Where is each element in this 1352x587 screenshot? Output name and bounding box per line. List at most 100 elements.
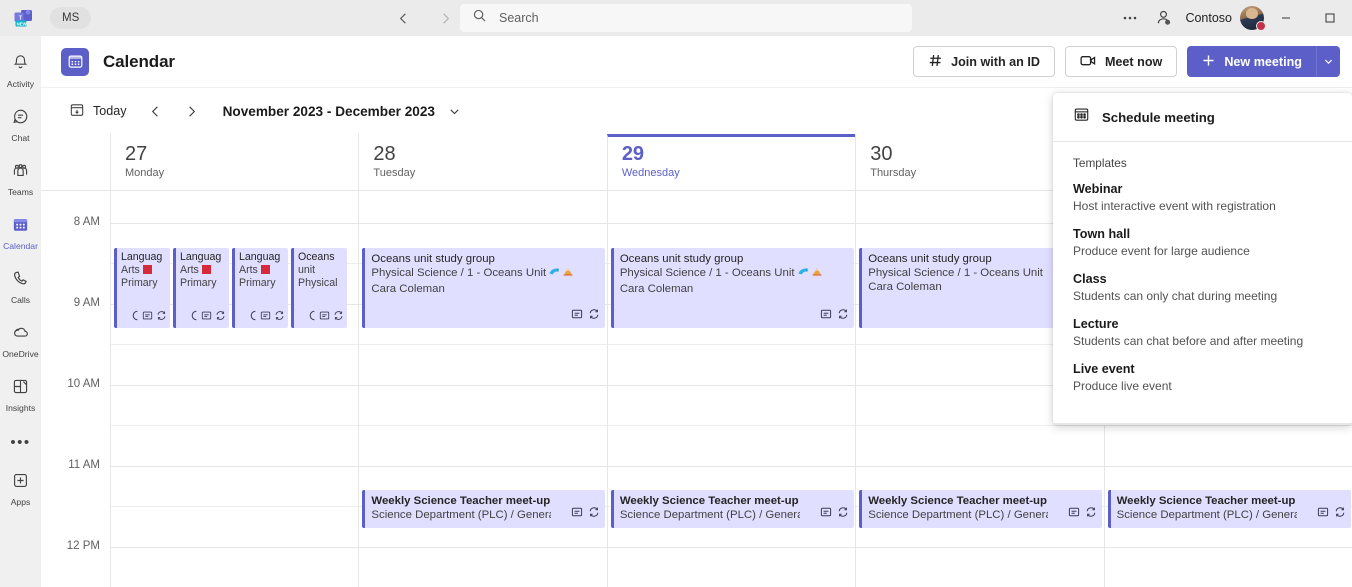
sidebar-item-onedrive[interactable]: OneDrive xyxy=(0,314,41,368)
event-subtitle: Arts xyxy=(121,264,168,277)
hour-line xyxy=(856,466,1103,467)
sidebar-item-teams[interactable]: Teams xyxy=(0,152,41,206)
hour-label: 12 PM xyxy=(67,540,100,552)
ellipsis-icon[interactable] xyxy=(1113,0,1147,36)
agenda-icon[interactable] xyxy=(260,308,271,326)
agenda-icon[interactable] xyxy=(820,505,832,523)
day-name: Tuesday xyxy=(373,166,606,180)
event-subtitle: Science Department (PLC) / General xyxy=(1117,508,1297,522)
next-period-button[interactable] xyxy=(177,96,207,126)
hour-line xyxy=(111,223,358,224)
calendar-event[interactable]: Weekly Science Teacher meet-up Science D… xyxy=(362,490,605,528)
gutter-header xyxy=(41,134,110,190)
day-number: 29 xyxy=(622,142,855,166)
sidebar-item-apps[interactable]: Apps xyxy=(0,462,41,516)
day-column-28[interactable]: Oceans unit study group Physical Science… xyxy=(358,191,606,587)
day-column-29[interactable]: Oceans unit study group Physical Science… xyxy=(607,191,855,587)
event-icons xyxy=(132,308,167,326)
calendar-event[interactable]: Weekly Science Teacher meet-up Science D… xyxy=(611,490,854,528)
day-number: 27 xyxy=(125,142,358,166)
menu-item-webinar[interactable]: Webinar Host interactive event with regi… xyxy=(1053,176,1352,221)
hour-line xyxy=(111,385,358,386)
sidebar-item-activity[interactable]: Activity xyxy=(0,44,41,98)
event-subtitle: Arts xyxy=(239,264,286,277)
back-button[interactable] xyxy=(390,5,416,31)
avatar[interactable] xyxy=(1240,6,1264,30)
menu-item-town-hall[interactable]: Town hall Produce event for large audien… xyxy=(1053,221,1352,266)
sidebar-item-insights[interactable]: Insights xyxy=(0,368,41,422)
day-header-27[interactable]: 27 Monday xyxy=(110,134,358,190)
forward-button[interactable] xyxy=(432,5,458,31)
day-header-29-today[interactable]: 29 Wednesday xyxy=(607,134,855,190)
new-meeting-dropdown-toggle[interactable] xyxy=(1316,46,1340,77)
agenda-icon[interactable] xyxy=(1068,505,1080,523)
calendar-event[interactable]: Languag Arts Primary xyxy=(114,248,170,328)
agenda-icon[interactable] xyxy=(820,307,832,325)
menu-item-class[interactable]: Class Students can only chat during meet… xyxy=(1053,266,1352,311)
agenda-icon[interactable] xyxy=(571,505,583,523)
sidebar-item-label: Chat xyxy=(11,133,29,143)
agenda-icon[interactable] xyxy=(201,308,212,326)
person-add-icon[interactable] xyxy=(1147,0,1181,36)
join-with-id-button[interactable]: Join with an ID xyxy=(913,46,1055,77)
wave-emoji-icon xyxy=(797,266,809,282)
half-hour-line xyxy=(1105,425,1352,426)
agenda-icon[interactable] xyxy=(319,308,330,326)
agenda-icon[interactable] xyxy=(142,308,153,326)
event-detail: Primary xyxy=(121,277,168,290)
app-rail: Activity Chat Teams Calendar Calls OneDr… xyxy=(0,36,41,587)
sidebar-item-calls[interactable]: Calls xyxy=(0,260,41,314)
search-icon xyxy=(472,8,487,28)
hour-label: 8 AM xyxy=(74,216,100,228)
partial-icon xyxy=(132,308,139,326)
search-bar[interactable]: Search xyxy=(460,4,912,32)
new-meeting-button[interactable]: New meeting xyxy=(1187,46,1316,77)
template-subtitle: Produce live event xyxy=(1073,378,1332,395)
sidebar-more-button[interactable]: ••• xyxy=(0,422,41,462)
menu-item-lecture[interactable]: Lecture Students can chat before and aft… xyxy=(1053,311,1352,356)
today-button[interactable]: Today xyxy=(61,96,135,126)
calendar-event[interactable]: Languag Arts Primary xyxy=(232,248,288,328)
calendar-event[interactable]: Languag Arts Primary xyxy=(173,248,229,328)
calendar-event[interactable]: Oceans unit study group Physical Science… xyxy=(611,248,854,328)
new-meeting-dropdown-menu: Schedule meeting Templates Webinar Host … xyxy=(1053,93,1352,425)
maximize-button[interactable] xyxy=(1308,0,1352,36)
previous-period-button[interactable] xyxy=(141,96,171,126)
half-hour-line xyxy=(608,425,855,426)
hour-label: 10 AM xyxy=(67,378,100,390)
sidebar-item-label: Apps xyxy=(11,497,31,507)
menu-item-schedule-meeting[interactable]: Schedule meeting xyxy=(1053,99,1352,135)
day-header-28[interactable]: 28 Tuesday xyxy=(358,134,606,190)
calendar-event[interactable]: Oceans unit Physical xyxy=(291,248,347,328)
half-hour-line xyxy=(111,344,358,345)
calendar-event[interactable]: Oceans unit study group Physical Science… xyxy=(362,248,605,328)
sidebar-item-label: Activity xyxy=(7,79,34,89)
agenda-icon[interactable] xyxy=(571,307,583,325)
meet-now-button[interactable]: Meet now xyxy=(1065,46,1177,77)
calendar-event[interactable]: Weekly Science Teacher meet-up Science D… xyxy=(859,490,1102,528)
sidebar-item-chat[interactable]: Chat xyxy=(0,98,41,152)
template-subtitle: Produce event for large audience xyxy=(1073,243,1332,260)
new-meeting-split-button: New meeting xyxy=(1187,46,1340,77)
date-range-dropdown-toggle[interactable] xyxy=(441,97,469,125)
recurrence-icon xyxy=(837,307,849,325)
event-title: Weekly Science Teacher meet-up xyxy=(371,494,600,508)
schedule-meeting-label: Schedule meeting xyxy=(1102,110,1215,125)
hour-label: 9 AM xyxy=(74,297,100,309)
menu-item-live-event[interactable]: Live event Produce live event xyxy=(1053,356,1352,401)
sidebar-item-label: OneDrive xyxy=(2,349,38,359)
calendar-event[interactable]: Weekly Science Teacher meet-up Science D… xyxy=(1108,490,1351,528)
event-title: Weekly Science Teacher meet-up xyxy=(1117,494,1346,508)
chat-icon xyxy=(11,107,30,131)
minimize-button[interactable] xyxy=(1264,0,1308,36)
event-subtitle: Arts xyxy=(180,264,227,277)
day-column-27[interactable]: Languag Arts Primary Languag Arts Primar… xyxy=(110,191,358,587)
video-camera-icon xyxy=(1080,53,1097,71)
agenda-icon[interactable] xyxy=(1317,505,1329,523)
app-pill[interactable]: MS xyxy=(50,7,91,29)
recurrence-icon xyxy=(333,308,344,326)
recurrence-icon xyxy=(156,308,167,326)
event-title: Oceans unit study group xyxy=(620,252,849,266)
sidebar-item-calendar[interactable]: Calendar xyxy=(0,206,41,260)
template-title: Town hall xyxy=(1073,226,1332,243)
